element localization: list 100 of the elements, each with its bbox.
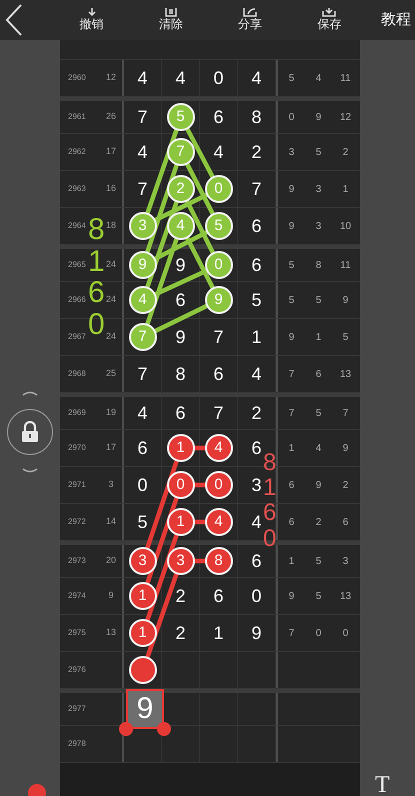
digit: 9 — [251, 622, 262, 644]
stat-number: 5 — [316, 590, 322, 604]
stat-number: 9 — [288, 590, 294, 604]
stat-number: 2 — [342, 146, 348, 160]
stat-number: 0 — [316, 626, 322, 640]
save-button[interactable]: 保存 — [304, 8, 354, 32]
digit: 4 — [137, 402, 148, 424]
sum-number: 12 — [106, 71, 116, 84]
stat-number: 9 — [342, 294, 348, 308]
issue-number: 2965 — [68, 259, 86, 271]
stat-number: 7 — [342, 406, 348, 420]
stat-number: 9 — [288, 330, 294, 344]
digit: 6 — [213, 106, 224, 128]
stat-number: 11 — [340, 72, 351, 86]
issue-number: 2975 — [68, 627, 86, 639]
circled-digit[interactable]: 4 — [204, 508, 232, 536]
stat-number: 2 — [316, 516, 322, 530]
stat-number: 5 — [316, 146, 322, 160]
issue-number: 2961 — [68, 111, 86, 123]
undo-button[interactable]: 撤销 — [66, 8, 117, 32]
stat-number: 9 — [316, 478, 322, 492]
stat-number: 9 — [316, 110, 322, 124]
sum-number: 24 — [106, 330, 116, 344]
digit: 4 — [175, 66, 186, 90]
stat-number: 1 — [316, 330, 322, 344]
text-box[interactable]: 9 — [126, 689, 164, 729]
stat-number: 1 — [288, 442, 294, 456]
digit: 1 — [213, 622, 224, 644]
stat-number: 7 — [288, 368, 294, 382]
stat-number: 6 — [288, 516, 294, 530]
issue-number: 2970 — [68, 442, 86, 454]
digit: 0 — [137, 474, 148, 496]
issue-number: 2963 — [68, 183, 86, 195]
stat-number: 12 — [340, 110, 352, 124]
stat-number: 5 — [342, 330, 348, 344]
digit: 4 — [137, 66, 148, 90]
marker-dot[interactable] — [128, 656, 156, 684]
circled-digit[interactable]: 0 — [204, 471, 232, 499]
issue-number: 2978 — [68, 738, 86, 750]
circled-digit[interactable]: 3 — [128, 547, 156, 575]
issue-number: 2977 — [68, 703, 86, 715]
circled-digit[interactable]: 3 — [166, 547, 194, 575]
stat-number: 9 — [342, 442, 348, 456]
stat-number: 5 — [288, 294, 294, 308]
stat-number: 5 — [316, 294, 322, 308]
stat-number: 1 — [288, 554, 294, 568]
circled-digit[interactable]: 0 — [166, 471, 194, 499]
digit: 6 — [175, 288, 186, 312]
circled-digit[interactable]: 1 — [128, 582, 156, 610]
sum-number: 20 — [106, 554, 116, 568]
stat-number: 5 — [316, 554, 322, 568]
tutorial-button[interactable]: 教程 — [377, 8, 415, 32]
circled-digit[interactable]: 8 — [204, 547, 232, 575]
issue-number: 2971 — [68, 479, 86, 491]
sum-number: 25 — [106, 367, 116, 380]
digit: 2 — [175, 584, 186, 608]
stat-number: 4 — [316, 442, 322, 456]
sum-number: 17 — [106, 145, 116, 158]
stat-number: 13 — [340, 368, 352, 382]
stat-number: 7 — [288, 626, 294, 640]
stat-number: 0 — [342, 626, 348, 640]
issue-number: 2962 — [68, 146, 86, 158]
circled-digit[interactable]: 1 — [166, 508, 194, 536]
circled-digit[interactable]: 1 — [128, 619, 156, 647]
stat-number: 4 — [316, 72, 322, 86]
lock-button[interactable] — [7, 409, 53, 455]
digit: 6 — [137, 436, 148, 460]
stat-number: 2 — [342, 478, 348, 492]
digit: 7 — [213, 326, 224, 348]
share-button[interactable]: 分享 — [225, 8, 276, 32]
text-tool-button[interactable]: T — [375, 773, 390, 796]
chevron-down-icon[interactable] — [22, 468, 38, 474]
stat-number: 13 — [340, 590, 352, 604]
stat-number: 1 — [342, 182, 348, 196]
issue-number: 2974 — [68, 590, 86, 602]
digit: 2 — [251, 140, 262, 164]
digit: 6 — [175, 402, 186, 424]
stat-number: 10 — [340, 220, 352, 234]
digit: 6 — [251, 214, 262, 238]
share-icon — [241, 8, 260, 18]
stat-number: 5 — [288, 72, 294, 86]
digit: 4 — [251, 362, 262, 386]
circled-digit[interactable]: 1 — [166, 434, 194, 462]
digit: 7 — [137, 106, 148, 128]
sum-number: 9 — [108, 589, 114, 602]
connector-line — [194, 558, 206, 564]
issue-number: 2964 — [68, 220, 86, 232]
digit: 6 — [213, 584, 224, 608]
connector-line — [194, 520, 206, 524]
sum-number: 19 — [106, 406, 116, 420]
stat-number: 9 — [288, 220, 294, 234]
sum-number: 18 — [106, 219, 116, 232]
clear-button[interactable]: 清除 — [146, 8, 196, 32]
issue-number: 2973 — [68, 555, 86, 567]
circled-digit[interactable]: 4 — [204, 434, 232, 462]
issue-number: 2960 — [68, 72, 86, 84]
issue-number: 2969 — [68, 407, 86, 419]
chevron-up-icon[interactable] — [22, 390, 38, 396]
issue-number: 2972 — [68, 516, 86, 528]
digit: 1 — [251, 326, 262, 348]
